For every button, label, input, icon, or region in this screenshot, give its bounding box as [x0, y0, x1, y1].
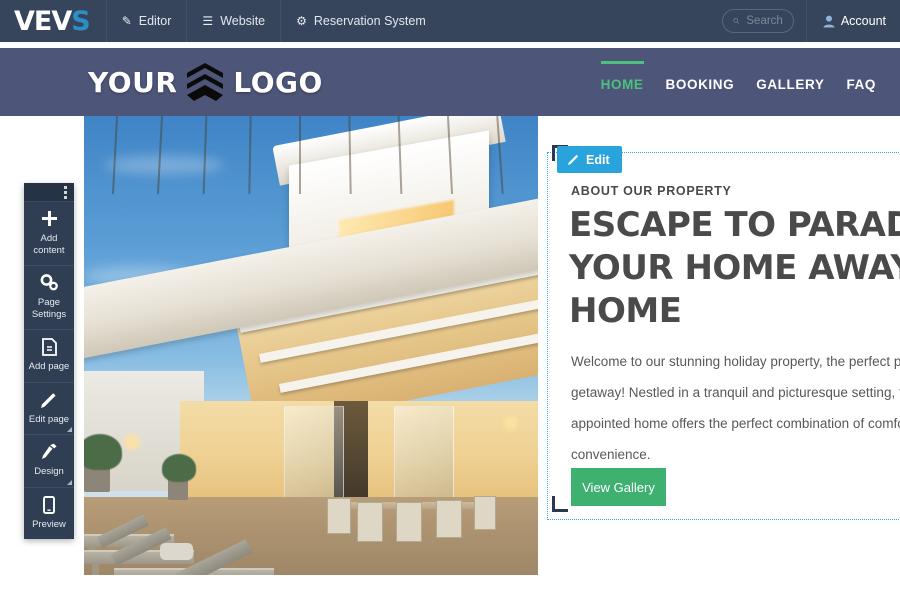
headline-line-3: HOME [569, 291, 682, 331]
admin-top-bar: VE V S ✎ Editor ☰ Website ⚙ Reservation Sy… [0, 0, 900, 42]
edit-section-button[interactable]: Edit [557, 146, 622, 173]
selection-bracket-bottom-left [552, 496, 568, 512]
nav-item-booking[interactable]: BOOKING [666, 73, 735, 92]
search-placeholder: Search [746, 15, 783, 27]
site-logo-text-right: LOGO [233, 65, 323, 99]
toolbar-page-settings-label-2: Settings [31, 308, 67, 320]
account-label: Account [840, 14, 886, 28]
headline-line-1: ESCAPE TO PARADISE [569, 205, 900, 245]
admin-nav-reservation-label: Reservation System [313, 14, 426, 28]
vevs-logo[interactable]: VE V S [0, 0, 106, 42]
photo-glass-door [394, 406, 454, 506]
toolbar-add-page[interactable]: Add page [24, 329, 74, 382]
toolbar-edit-page-expand-corner[interactable] [67, 427, 72, 432]
paragraph-line-3: appointed home offers the perfect combin… [571, 416, 900, 431]
site-logo-text-left: YOUR [88, 65, 178, 99]
photo-dining-chair [327, 498, 351, 534]
headline-line-2: YOUR HOME AWAY FROM [569, 248, 900, 288]
paintbrush-icon [26, 443, 72, 463]
vevs-logo-part2: V [51, 5, 72, 37]
photo-plant [84, 434, 122, 470]
site-logo[interactable]: YOUR LOGO [88, 62, 323, 102]
nav-item-gallery[interactable]: GALLERY [756, 73, 824, 92]
site-main-nav: HOME BOOKING GALLERY FAQ [600, 60, 876, 92]
toolbar-preview-label-1: Preview [32, 518, 66, 530]
page-content-panel: Edit ABOUT OUR PROPERTY ESCAPE TO PARADI… [538, 116, 900, 600]
toolbar-drag-handle[interactable] [24, 183, 74, 201]
toolbar-edit-page[interactable]: Edit page [24, 381, 74, 435]
admin-nav-editor-label: Editor [138, 14, 172, 28]
search-icon [733, 18, 739, 24]
user-icon [823, 15, 835, 27]
photo-cloud [104, 156, 224, 174]
toolbar-add-page-label-1: Add page [28, 361, 70, 372]
photo-dining-chair [474, 496, 496, 530]
edit-section-label: Edit [586, 152, 610, 167]
toolbar-preview[interactable]: Preview [24, 486, 74, 540]
view-gallery-button[interactable]: View Gallery [571, 468, 666, 506]
toolbar-page-settings-label-1: Page [37, 297, 61, 308]
toolbar-add-content[interactable]: Add content [24, 201, 74, 265]
vevs-logo-part1: VE [14, 5, 52, 37]
photo-plant [162, 454, 196, 482]
editor-toolbar: Add content Page Settings Add page Edit … [24, 183, 74, 539]
gear-icon: ⚙ [296, 14, 307, 28]
toolbar-add-content-label-1: Add [40, 233, 58, 244]
photo-dining-chair [396, 502, 422, 542]
account-button[interactable]: Account [805, 0, 900, 42]
toolbar-design[interactable]: Design [24, 434, 74, 487]
nav-item-faq[interactable]: FAQ [846, 73, 876, 92]
hero-photo[interactable] [84, 116, 538, 575]
document-icon [26, 338, 72, 358]
photo-wall-lamp [504, 416, 518, 430]
mobile-icon [26, 495, 72, 516]
site-header: YOUR LOGO HOME BOOKING GALLERY FAQ [0, 48, 900, 116]
paragraph-line-1: Welcome to our stunning holiday property… [571, 354, 900, 369]
admin-nav-website[interactable]: ☰ Website [186, 0, 280, 42]
chevron-shield-emblem-icon [187, 63, 224, 101]
admin-nav-editor[interactable]: ✎ Editor [105, 0, 187, 42]
list-icon: ☰ [202, 14, 214, 28]
photo-dining-chair [357, 502, 383, 542]
photo-lounger-cushion [160, 543, 193, 560]
toolbar-design-label-1: Design [34, 466, 64, 477]
toolbar-edit-page-label-1: Edit page [28, 413, 70, 425]
editor-screen: VE V S ✎ Editor ☰ Website ⚙ Reservation Sy… [0, 0, 900, 600]
section-paragraph: Welcome to our stunning holiday property… [571, 346, 900, 470]
toolbar-add-content-label-2: content [33, 244, 65, 256]
toolbar-design-expand-corner[interactable] [67, 479, 72, 485]
pencil-icon [26, 391, 72, 411]
admin-bar-spacer [441, 0, 722, 42]
photo-wall-lamp [124, 434, 140, 450]
admin-nav-reservation-system[interactable]: ⚙ Reservation System [280, 0, 441, 42]
vertical-dots-icon [64, 185, 67, 199]
paragraph-line-4: convenience. [571, 447, 651, 462]
paragraph-line-2: getaway! Nestled in a tranquil and pictu… [571, 385, 900, 400]
gears-icon [26, 274, 72, 294]
pencil-icon: ✎ [121, 14, 132, 28]
photo-deck-plank [299, 116, 301, 194]
section-eyebrow: ABOUT OUR PROPERTY [571, 184, 732, 198]
vevs-logo-part3: S [71, 5, 90, 37]
admin-nav-website-label: Website [220, 14, 266, 28]
photo-dining-chair [436, 500, 462, 538]
search-input[interactable]: Search [721, 9, 794, 33]
section-headline: ESCAPE TO PARADISE YOUR HOME AWAY FROM H… [569, 204, 900, 333]
toolbar-page-settings[interactable]: Page Settings [24, 265, 74, 329]
nav-item-home[interactable]: HOME [600, 60, 644, 92]
photo-glass-door [284, 406, 344, 506]
pencil-icon [568, 154, 579, 165]
plus-icon [26, 210, 72, 230]
